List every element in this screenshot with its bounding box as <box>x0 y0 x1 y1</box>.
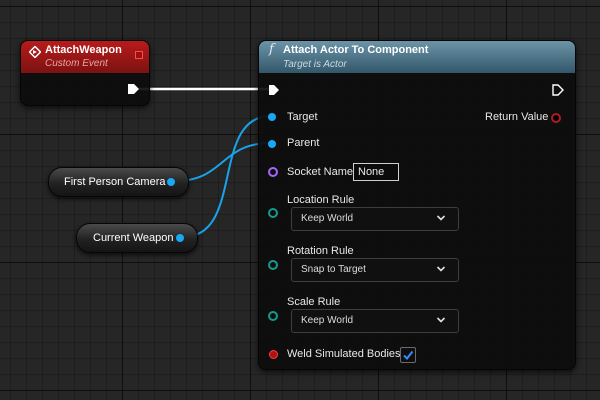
rotation-rule-pin[interactable] <box>268 260 278 270</box>
first-person-camera-node[interactable]: First Person Camera <box>48 167 189 197</box>
function-node-header[interactable]: f Attach Actor To Component Target is Ac… <box>259 41 575 73</box>
current-weapon-label: Current Weapon <box>93 232 174 244</box>
target-label: Target <box>287 111 318 123</box>
scale-rule-value: Keep World <box>301 315 354 326</box>
current-weapon-node[interactable]: Current Weapon <box>76 223 198 253</box>
function-icon: f <box>269 42 274 57</box>
exec-input-pin[interactable] <box>268 84 280 96</box>
location-rule-label: Location Rule <box>287 194 355 206</box>
return-value-label: Return Value <box>485 111 549 123</box>
parent-label: Parent <box>287 137 320 149</box>
rotation-rule-dropdown[interactable]: Snap to Target <box>291 258 459 282</box>
target-pin[interactable] <box>268 113 276 121</box>
current-weapon-output-pin[interactable] <box>176 234 184 242</box>
first-person-camera-output-pin[interactable] <box>167 178 175 186</box>
attach-actor-to-component-node[interactable]: f Attach Actor To Component Target is Ac… <box>258 40 576 370</box>
scale-rule-label: Scale Rule <box>287 296 341 308</box>
rotation-rule-label: Rotation Rule <box>287 245 354 257</box>
location-rule-pin[interactable] <box>268 208 278 218</box>
function-node-title: Attach Actor To Component <box>283 44 429 56</box>
checkmark-icon <box>403 350 414 361</box>
scale-rule-pin[interactable] <box>268 311 278 321</box>
camera-to-parent-wire[interactable] <box>174 142 272 182</box>
chevron-down-icon <box>436 215 446 221</box>
return-value-pin[interactable] <box>551 113 561 123</box>
exec-output-pin[interactable] <box>552 84 564 96</box>
first-person-camera-label: First Person Camera <box>64 176 166 188</box>
location-rule-dropdown[interactable]: Keep World <box>291 207 459 231</box>
parent-pin[interactable] <box>268 140 276 148</box>
weld-simulated-bodies-checkbox[interactable] <box>400 347 416 363</box>
event-node-subtitle: Custom Event <box>45 58 108 69</box>
event-node-title: AttachWeapon <box>45 44 122 56</box>
scale-rule-dropdown[interactable]: Keep World <box>291 309 459 333</box>
socket-name-label: Socket Name <box>287 166 354 178</box>
location-rule-value: Keep World <box>301 213 354 224</box>
chevron-down-icon <box>436 317 446 323</box>
socket-name-pin[interactable] <box>268 167 278 177</box>
weld-simulated-bodies-label: Weld Simulated Bodies <box>287 348 401 360</box>
event-exec-output-pin[interactable] <box>127 83 140 95</box>
rotation-rule-value: Snap to Target <box>301 264 366 275</box>
chevron-down-icon <box>436 266 446 272</box>
event-diamond-icon <box>29 46 41 58</box>
weld-simulated-bodies-pin[interactable] <box>269 350 278 359</box>
socket-name-input[interactable]: None <box>353 163 399 181</box>
custom-event-node[interactable]: AttachWeapon Custom Event <box>20 40 150 106</box>
event-node-header[interactable]: AttachWeapon Custom Event <box>21 41 149 73</box>
function-node-subtitle: Target is Actor <box>283 59 347 70</box>
event-delegate-pin[interactable] <box>135 51 143 59</box>
